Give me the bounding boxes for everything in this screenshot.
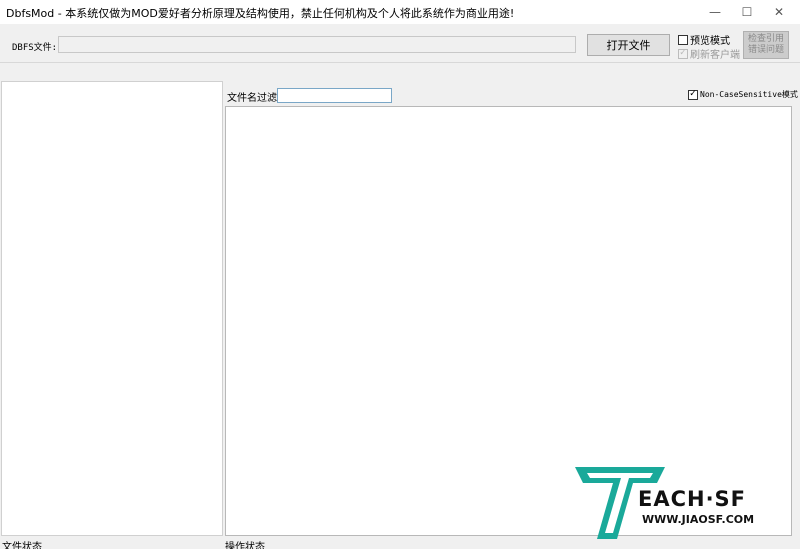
refresh-client-checkbox[interactable]: ✓ 刷新客户端 <box>678 46 740 61</box>
filename-filter-input[interactable] <box>277 88 392 103</box>
toolbar-divider <box>0 62 800 63</box>
maximize-icon[interactable]: ☐ <box>732 0 762 24</box>
non-case-sensitive-check-icon[interactable]: ✓ <box>688 89 698 100</box>
preview-mode-box[interactable] <box>678 34 688 45</box>
preview-mode-label: 预览模式 <box>690 36 730 47</box>
watermark-url: WWW.JIAOSF.COM <box>642 513 755 526</box>
toolbar: DBFS文件: 打开文件 预览模式 ✓ 刷新客户端 检查引用 错误问题 <box>0 24 800 62</box>
close-icon[interactable]: ✕ <box>764 0 794 24</box>
minimize-icon[interactable]: — <box>700 0 730 24</box>
title-bar: DbfsMod - 本系统仅做为MOD爱好者分析原理及结构使用，禁止任何机构及个… <box>0 0 800 24</box>
watermark-brand: EACH·SF <box>638 487 747 511</box>
dbfs-file-label: DBFS文件: <box>12 43 58 53</box>
check-errors-line2: 错误问题 <box>747 45 784 55</box>
refresh-client-label: 刷新客户端 <box>690 50 740 61</box>
check-errors-button[interactable]: 检查引用 错误问题 <box>743 31 789 59</box>
file-list-panel[interactable] <box>225 106 792 536</box>
preview-mode-checkbox[interactable]: 预览模式 <box>678 32 730 47</box>
file-tree-panel[interactable] <box>1 81 223 536</box>
filename-filter-label: 文件名过滤: <box>227 93 281 104</box>
dbfs-file-input[interactable] <box>58 36 576 53</box>
operation-status: 操作状态 <box>225 542 265 549</box>
open-file-button[interactable]: 打开文件 <box>587 34 670 56</box>
check-errors-line1: 检查引用 <box>747 34 784 44</box>
non-case-sensitive-checkbox[interactable]: ✓ Non-CaseSensitive模式 <box>688 89 798 100</box>
refresh-client-check-icon[interactable]: ✓ <box>678 48 688 59</box>
non-case-sensitive-label: Non-CaseSensitive模式 <box>700 90 798 99</box>
file-status: 文件状态 <box>2 542 42 549</box>
window-title: DbfsMod - 本系统仅做为MOD爱好者分析原理及结构使用，禁止任何机构及个… <box>6 7 515 20</box>
